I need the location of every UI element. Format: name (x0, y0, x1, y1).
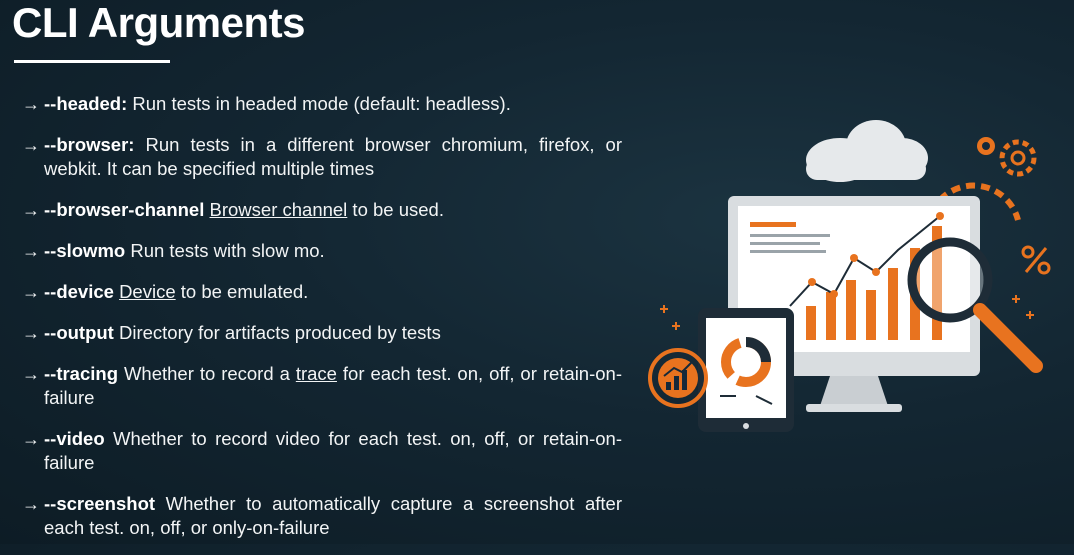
list-item-browser: → --browser: Run tests in a different br… (22, 133, 622, 181)
flag-name: --browser-channel (44, 199, 205, 220)
arrow-icon: → (22, 364, 40, 384)
flag-name: --browser: (44, 134, 135, 155)
flag-description-start: Whether to record a (118, 363, 296, 384)
flag-description: to be used. (347, 199, 444, 220)
device-link[interactable]: Device (119, 281, 176, 302)
trace-link[interactable]: trace (296, 363, 337, 384)
flag-name: --slowmo (44, 240, 126, 261)
list-item-screenshot: → --screenshot Whether to automatically … (22, 492, 622, 540)
list-item-browser-channel: → --browser-channel Browser channel to b… (22, 198, 622, 222)
tablet-icon (698, 308, 794, 432)
page-title: CLI Arguments (12, 0, 305, 46)
list-item-headed: → --headed: Run tests in headed mode (de… (22, 92, 622, 116)
browser-channel-link[interactable]: Browser channel (210, 199, 348, 220)
flag-name: --screenshot (44, 493, 156, 514)
arrow-icon: → (22, 94, 40, 114)
growth-chart-icon (648, 348, 708, 408)
flag-name: --device (44, 281, 114, 302)
percent-icon (1021, 245, 1051, 275)
flag-name: --tracing (44, 363, 118, 384)
arrow-icon: → (22, 135, 40, 155)
flag-description: Directory for artifacts produced by test… (113, 322, 441, 343)
slide: CLI Arguments → --headed: Run tests in h… (0, 0, 1074, 544)
arrow-icon: → (22, 494, 40, 514)
flag-name: --headed: (44, 93, 128, 114)
arrow-icon: → (22, 241, 40, 261)
list-item-slowmo: → --slowmo Run tests with slow mo. (22, 239, 622, 263)
cli-argument-list: → --headed: Run tests in headed mode (de… (22, 92, 622, 555)
arrow-icon: → (22, 200, 40, 220)
analytics-illustration (648, 120, 1051, 432)
flag-description: Run tests with slow mo. (125, 240, 325, 261)
flag-description: Run tests in headed mode (default: headl… (127, 93, 511, 114)
title-underline (14, 60, 170, 63)
list-item-output: → --output Directory for artifacts produ… (22, 321, 622, 345)
arrow-icon: → (22, 429, 40, 449)
arrow-icon: → (22, 282, 40, 302)
flag-name: --output (44, 322, 114, 343)
flag-description: Whether to record video for each test. o… (44, 428, 622, 473)
arrow-icon: → (22, 323, 40, 343)
flag-description: to be emulated. (175, 281, 309, 302)
flag-name: --video (44, 428, 105, 449)
cloud-icon (806, 120, 928, 182)
list-item-device: → --device Device to be emulated. (22, 280, 622, 304)
list-item-video: → --video Whether to record video for ea… (22, 427, 622, 475)
list-item-tracing: → --tracing Whether to record a trace fo… (22, 362, 622, 410)
